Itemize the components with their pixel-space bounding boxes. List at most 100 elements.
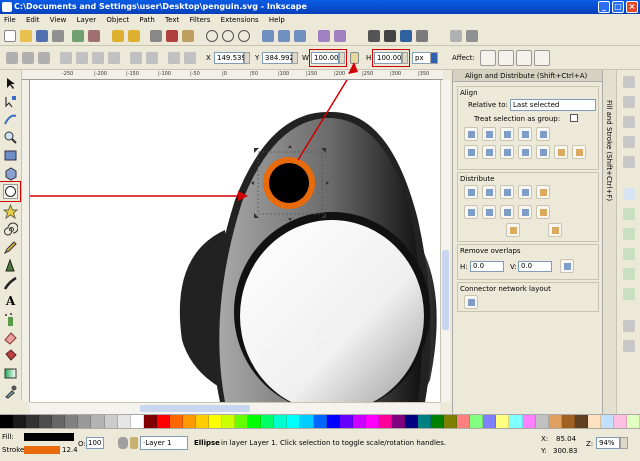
zoom-field[interactable]: 94% (596, 437, 620, 449)
palette-swatch[interactable] (535, 415, 549, 428)
menu-filters[interactable]: Filters (185, 14, 214, 26)
export-icon[interactable] (88, 30, 100, 42)
fill-swatch[interactable] (24, 433, 74, 441)
palette-swatch[interactable] (339, 415, 353, 428)
unclump-button[interactable] (548, 223, 562, 237)
menu-extensions[interactable]: Extensions (217, 14, 263, 26)
menu-object[interactable]: Object (102, 14, 133, 26)
open-icon[interactable] (20, 30, 32, 42)
palette-swatch[interactable] (457, 415, 471, 428)
snap-toggle-icon[interactable] (623, 76, 635, 88)
ungroup-icon[interactable] (334, 30, 346, 42)
snap-nodes-icon[interactable] (623, 188, 635, 200)
x-field[interactable]: 149.539 (214, 52, 246, 64)
palette-swatch[interactable] (483, 415, 497, 428)
palette-swatch[interactable] (548, 415, 562, 428)
layer-visibility-eye-icon[interactable] (118, 437, 128, 449)
palette-swatch[interactable] (613, 415, 627, 428)
current-layer-select[interactable]: ·Layer 1 (140, 436, 188, 450)
palette-swatch[interactable] (195, 415, 209, 428)
dropper-tool-icon[interactable] (3, 384, 18, 399)
snap-page-border-icon[interactable] (623, 320, 635, 332)
palette-swatch[interactable] (26, 415, 40, 428)
horizontal-scroll-thumb[interactable] (140, 405, 250, 412)
save-icon[interactable] (36, 30, 48, 42)
snap-midpoints-paths-icon[interactable] (623, 288, 635, 300)
treat-as-group-checkbox[interactable] (570, 114, 578, 122)
paste-icon[interactable] (182, 30, 194, 42)
star-tool-icon[interactable] (2, 203, 19, 220)
palette-swatch[interactable] (274, 415, 288, 428)
flip-horizontal-icon[interactable] (22, 52, 34, 64)
pen-tool-icon[interactable] (3, 258, 18, 273)
flip-vertical-icon[interactable] (38, 52, 50, 64)
fill-stroke-side-tab[interactable]: Fill and Stroke (Shift+Ctrl+F) (602, 70, 616, 414)
palette-swatch[interactable] (91, 415, 105, 428)
menu-text[interactable]: Text (161, 14, 183, 26)
spray-tool-icon[interactable] (3, 312, 18, 327)
new-document-icon[interactable] (4, 30, 16, 42)
unlink-clone-icon[interactable] (294, 30, 306, 42)
palette-swatch[interactable] (627, 415, 640, 428)
affect-corners-icon[interactable] (498, 50, 514, 66)
snap-grid-icon[interactable] (623, 340, 635, 352)
snap-paths-icon[interactable] (623, 208, 635, 220)
x-spinner[interactable] (244, 52, 250, 64)
group-icon[interactable] (318, 30, 330, 42)
palette-swatch[interactable] (404, 415, 418, 428)
node-tool-icon[interactable] (3, 94, 18, 109)
palette-swatch[interactable] (326, 415, 340, 428)
vertical-scroll-thumb[interactable] (442, 250, 449, 330)
calligraphy-tool-icon[interactable] (3, 276, 18, 291)
vertical-scrollbar[interactable] (440, 80, 450, 402)
randomize-positions-button[interactable] (506, 223, 520, 237)
deselect-icon[interactable] (130, 52, 142, 64)
palette-swatch[interactable] (0, 415, 14, 428)
palette-swatch[interactable] (313, 415, 327, 428)
opacity-field[interactable]: 100 (86, 437, 104, 449)
snap-bbox-edges-icon[interactable] (623, 116, 635, 128)
center-horizontal-axis-button[interactable] (500, 145, 514, 159)
pencil-tool-icon[interactable] (3, 240, 18, 255)
copy-icon[interactable] (150, 30, 162, 42)
preferences-icon[interactable] (450, 30, 462, 42)
lower-bottom-icon[interactable] (108, 52, 120, 64)
palette-swatch[interactable] (104, 415, 118, 428)
align-text-anchor-button[interactable] (572, 145, 586, 159)
palette-swatch[interactable] (143, 415, 157, 428)
affect-gradient-icon[interactable] (516, 50, 532, 66)
align-baseline-button[interactable] (554, 145, 568, 159)
menu-help[interactable]: Help (265, 14, 289, 26)
palette-swatch[interactable] (587, 415, 601, 428)
snap-smooth-nodes-icon[interactable] (623, 268, 635, 280)
y-spinner[interactable] (292, 52, 298, 64)
menu-path[interactable]: Path (135, 14, 158, 26)
paint-bucket-tool-icon[interactable] (3, 348, 18, 363)
transform-icon[interactable] (416, 30, 428, 42)
palette-swatch[interactable] (574, 415, 588, 428)
text-tool-icon[interactable]: A (3, 294, 18, 309)
selected-ellipse[interactable] (269, 163, 309, 203)
xml-editor-icon[interactable] (368, 30, 380, 42)
palette-swatch[interactable] (248, 415, 262, 428)
distribute-top-edges-button[interactable] (464, 205, 478, 219)
undo-icon[interactable] (112, 30, 124, 42)
3d-box-tool-icon[interactable] (3, 166, 18, 181)
menu-file[interactable]: File (0, 14, 20, 26)
palette-swatch[interactable] (496, 415, 510, 428)
menu-view[interactable]: View (46, 14, 71, 26)
palette-swatch[interactable] (287, 415, 301, 428)
rotate-icon[interactable] (6, 52, 18, 64)
zoom-page-icon[interactable] (238, 30, 250, 42)
align-bottom-edges-button[interactable] (518, 145, 532, 159)
snap-intersections-icon[interactable] (623, 228, 635, 240)
import-icon[interactable] (72, 30, 84, 42)
clone-icon[interactable] (278, 30, 290, 42)
palette-swatch[interactable] (431, 415, 445, 428)
print-icon[interactable] (52, 30, 64, 42)
distribute-bottom-edges-button[interactable] (500, 205, 514, 219)
palette-swatch[interactable] (235, 415, 249, 428)
affect-pattern-icon[interactable] (534, 50, 550, 66)
snap-midpoints-icon[interactable] (623, 156, 635, 168)
stroke-width-value[interactable]: 12.4 (62, 446, 78, 454)
